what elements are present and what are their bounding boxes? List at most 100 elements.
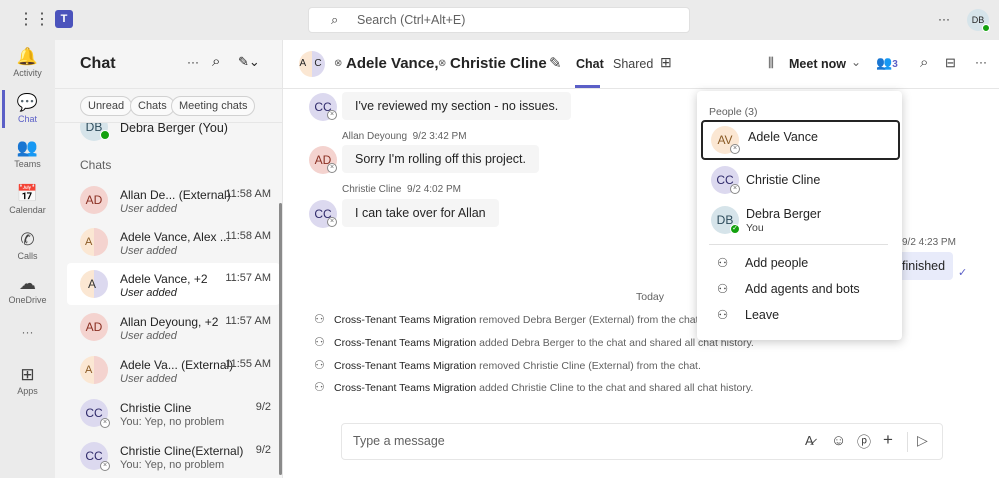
rail-item-apps[interactable]: ⊞ Apps	[0, 364, 55, 396]
pinned-name: Debra Berger (You)	[120, 123, 228, 135]
presence-available-icon	[100, 130, 110, 140]
people-button[interactable]: 👥3	[876, 55, 898, 71]
tab-shared[interactable]: Shared	[613, 57, 653, 71]
system-message: ⚇ Cross-Tenant Teams Migration removed Ch…	[314, 358, 701, 372]
person-item[interactable]: CC × Christie Cline	[701, 161, 900, 201]
people-count: 3	[892, 59, 898, 70]
rail-label: Activity	[13, 68, 42, 78]
chat-list-item-selected[interactable]: A C Adele Vance, +2User added 11:57 AM	[67, 263, 280, 305]
message-bubble: Sorry I'm rolling off this project.	[342, 145, 539, 173]
presence-offline-icon: ×	[100, 418, 110, 428]
more-options-button[interactable]: ···	[975, 55, 987, 69]
filter-unread[interactable]: Unread	[80, 96, 133, 116]
chat-time: 11:55 AM	[225, 358, 271, 370]
chat-list-item[interactable]: AD Allan De... (External) User added 11:58…	[67, 179, 280, 221]
presence-offline-icon: ×	[327, 217, 337, 227]
rail-label: Teams	[14, 159, 41, 169]
rail-item-teams[interactable]: 👥 Teams	[0, 137, 55, 169]
rail-item-onedrive[interactable]: ☁ OneDrive	[0, 273, 55, 305]
app-rail: 🔔 Activity 💬 Chat 👥 Teams 📅 Calendar ✆ Calls …	[0, 40, 55, 478]
search-input[interactable]: ⌕ Search (Ctrl+Alt+E)	[308, 7, 690, 33]
date-divider: Today	[636, 291, 665, 303]
calendar-icon: 📅	[16, 184, 39, 203]
message-meta: Christie Cline 9/2 4:02 PM	[342, 184, 461, 195]
chat-name: Adele Va... (External)	[120, 358, 234, 372]
scrollbar[interactable]	[279, 203, 282, 475]
person-name: Christie Cline	[746, 173, 821, 187]
system-message: ⚇ Cross-Tenant Teams Migration added Debr…	[314, 335, 754, 349]
chat-time: 11:58 AM	[225, 188, 271, 200]
people-title: People (3)	[709, 106, 758, 118]
chat-preview: User added	[120, 245, 177, 257]
read-receipt-icon: ✓	[958, 267, 968, 279]
chat-preview: User added	[120, 330, 177, 342]
person-sub: You	[746, 222, 764, 234]
more-apps-button[interactable]: ···	[0, 325, 55, 339]
add-people-button[interactable]: ⚇ Add people	[717, 255, 808, 270]
chat-title-member[interactable]: Adele Vance,	[346, 55, 439, 72]
chat-list-item[interactable]: A Adele Vance, Alex ... User added 11:58 A…	[67, 221, 280, 263]
add-tab-icon[interactable]: ⊞	[660, 54, 672, 71]
group-avatar: A	[80, 228, 108, 256]
emoji-icon[interactable]: ☺	[831, 432, 846, 449]
leave-button[interactable]: ⚇ Leave	[717, 307, 779, 322]
edit-name-icon[interactable]: ✎	[549, 54, 562, 72]
chat-preview: User added	[120, 287, 177, 299]
message-bubble: I've reviewed my section - no issues.	[342, 92, 572, 120]
chat-list-item[interactable]: CC × Christie Cline(External) You: Yep, no…	[67, 435, 280, 477]
format-icon[interactable]: A̷	[805, 433, 814, 448]
person-name: Adele Vance	[748, 130, 818, 144]
chat-name: Adele Vance, Alex ...	[120, 230, 230, 244]
pinned-self-chat[interactable]: DB Debra Berger (You)	[55, 123, 283, 141]
chat-time: 9/2	[255, 444, 271, 456]
search-icon[interactable]: ⌕	[212, 53, 220, 70]
chat-list-title: Chat	[80, 55, 116, 72]
rail-item-chat[interactable]: 💬 Chat	[0, 92, 55, 124]
person-item[interactable]: DB ✓ Debra Berger You	[701, 201, 900, 241]
search-icon[interactable]: ⌕	[920, 54, 928, 71]
side-panel-icon[interactable]: ⊟	[945, 55, 956, 71]
meet-now-button[interactable]: Meet now	[789, 57, 846, 71]
chat-name: Adele Vance, +2	[120, 272, 208, 286]
rail-label: OneDrive	[8, 295, 47, 305]
avatar: AD	[80, 313, 108, 341]
person-item[interactable]: AV × Adele Vance	[701, 120, 900, 160]
avatar: AD	[80, 186, 108, 214]
chat-list-item[interactable]: CC × Christie Cline You: Yep, no problem 9/…	[67, 392, 280, 434]
search-placeholder: Search (Ctrl+Alt+E)	[357, 13, 466, 27]
chat-title-member[interactable]: Christie Cline	[450, 55, 547, 72]
chevron-down-icon[interactable]: ⌄	[851, 55, 861, 69]
message-bubble: I can take over for Allan	[342, 199, 499, 227]
chat-more-icon[interactable]: ···	[187, 55, 199, 69]
more-options-button[interactable]: ···	[938, 12, 950, 26]
presence-available-icon	[982, 24, 990, 32]
rail-label: Calls	[17, 251, 38, 261]
chat-name: Christie Cline	[120, 401, 192, 415]
plus-icon[interactable]: +	[883, 430, 893, 450]
send-icon[interactable]: ▷	[917, 432, 928, 449]
add-agents-bots-button[interactable]: ⚇ Add agents and bots	[717, 281, 860, 296]
chat-icon: 💬	[16, 93, 39, 112]
chat-preview: You: Yep, no problem	[120, 416, 225, 428]
person-remove-icon: ⚇	[314, 312, 325, 326]
chat-list-item[interactable]: A Adele Va... (External) User added 11:55 …	[67, 349, 280, 391]
rail-item-calls[interactable]: ✆ Calls	[0, 229, 55, 261]
top-bar: ⋮⋮⋮ T ⌕ Search (Ctrl+Alt+E) ··· DB	[0, 0, 999, 40]
filter-meeting-chats[interactable]: Meeting chats	[171, 96, 256, 116]
loop-icon[interactable]: ⓟ	[857, 432, 871, 452]
rail-label: Chat	[17, 114, 37, 124]
filter-chats[interactable]: Chats	[130, 96, 175, 116]
group-avatar: A C	[299, 51, 325, 77]
rail-label: Calendar	[9, 205, 46, 215]
audio-wave-icon: ⫼	[768, 55, 774, 70]
system-message: ⚇ Cross-Tenant Teams Migration removed De…	[314, 312, 702, 326]
message-compose-box[interactable]: Type a message A̷ ☺ ⓟ + ▷	[341, 423, 943, 460]
own-message-time: 9/2 4:23 PM	[902, 237, 956, 248]
chat-list-item[interactable]: AD Allan Deyoung, +2 User added 11:57 AM	[67, 306, 280, 348]
rail-item-calendar[interactable]: 📅 Calendar	[0, 183, 55, 215]
new-chat-icon[interactable]: ✎⌄	[238, 54, 260, 70]
chat-list-pane: Chat ··· ⌕ ✎⌄ Unread Chats Meeting chats…	[55, 40, 283, 478]
rail-item-activity[interactable]: 🔔 Activity	[0, 46, 55, 78]
chat-preview: You: Yep, no problem	[120, 459, 225, 471]
tab-chat[interactable]: Chat	[576, 57, 604, 71]
